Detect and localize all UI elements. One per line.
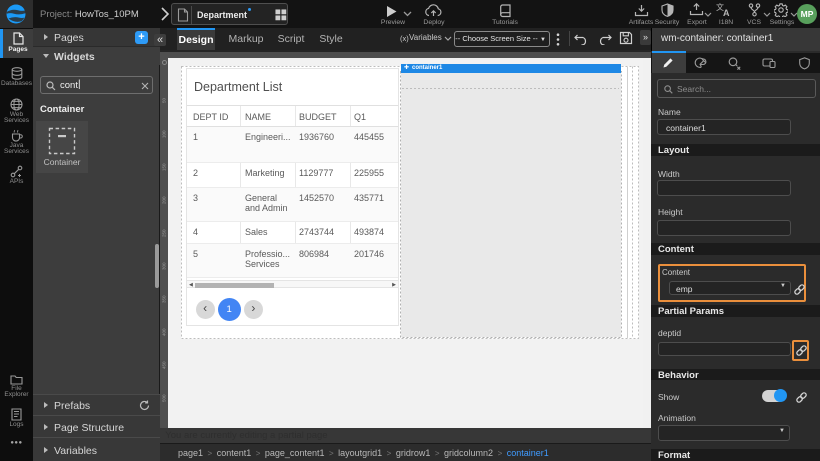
svg-text:A: A — [723, 8, 730, 17]
